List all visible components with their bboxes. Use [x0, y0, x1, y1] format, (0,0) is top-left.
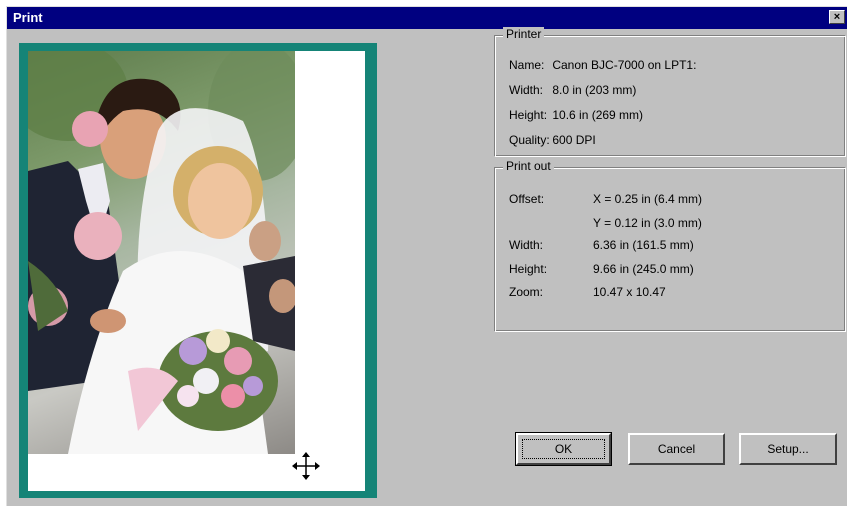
preview-paper	[28, 51, 365, 491]
wedding-photo-image	[28, 51, 295, 454]
offset-label: Offset:	[509, 192, 545, 206]
printout-height-value: 9.66 in (245.0 mm)	[593, 262, 694, 276]
close-button[interactable]: ×	[829, 10, 845, 24]
printout-group: Print out Offset: X = 0.25 in (6.4 mm) Y…	[494, 159, 846, 332]
printer-height-value: 10.6 in (269 mm)	[552, 108, 644, 122]
printer-name-value: Canon BJC-7000 on LPT1:	[552, 58, 697, 72]
printer-quality-value: 600 DPI	[552, 133, 596, 147]
move-cursor-icon[interactable]	[291, 451, 321, 481]
printout-group-legend: Print out	[503, 159, 554, 173]
printer-name-row: Name: Canon BJC-7000 on LPT1:	[509, 58, 696, 72]
cancel-button-label: Cancel	[657, 442, 696, 456]
printer-quality-row: Quality: 600 DPI	[509, 133, 596, 147]
printer-name-label: Name:	[509, 58, 545, 72]
printer-quality-label: Quality:	[509, 133, 550, 147]
print-preview-frame	[19, 43, 377, 498]
ok-button[interactable]: OK	[515, 432, 612, 466]
printer-height-label: Height:	[509, 108, 548, 122]
setup-button[interactable]: Setup...	[739, 433, 837, 465]
printout-height-label: Height:	[509, 262, 548, 276]
printer-width-value: 8.0 in (203 mm)	[552, 83, 637, 97]
title-bar[interactable]: Print ×	[7, 7, 847, 29]
preview-photo[interactable]	[28, 51, 295, 454]
window-title: Print	[13, 10, 43, 25]
close-icon: ×	[833, 11, 841, 23]
printer-width-label: Width:	[509, 83, 544, 97]
zoom-label: Zoom:	[509, 285, 544, 299]
printer-width-row: Width: 8.0 in (203 mm)	[509, 83, 636, 97]
offset-y-value: Y = 0.12 in (3.0 mm)	[593, 216, 702, 230]
ok-button-label: OK	[554, 442, 573, 456]
printout-width-value: 6.36 in (161.5 mm)	[593, 238, 694, 252]
zoom-value: 10.47 x 10.47	[593, 285, 666, 299]
cancel-button[interactable]: Cancel	[628, 433, 725, 465]
printout-width-label: Width:	[509, 238, 544, 252]
printer-group-legend: Printer	[503, 27, 545, 41]
printer-height-row: Height: 10.6 in (269 mm)	[509, 108, 643, 122]
offset-x-value: X = 0.25 in (6.4 mm)	[593, 192, 703, 206]
printer-group: Printer Name: Canon BJC-7000 on LPT1: Wi…	[494, 27, 846, 157]
print-dialog: Print × Printer Name: Canon BJC-7000 on …	[6, 6, 847, 506]
setup-button-label: Setup...	[767, 442, 809, 456]
